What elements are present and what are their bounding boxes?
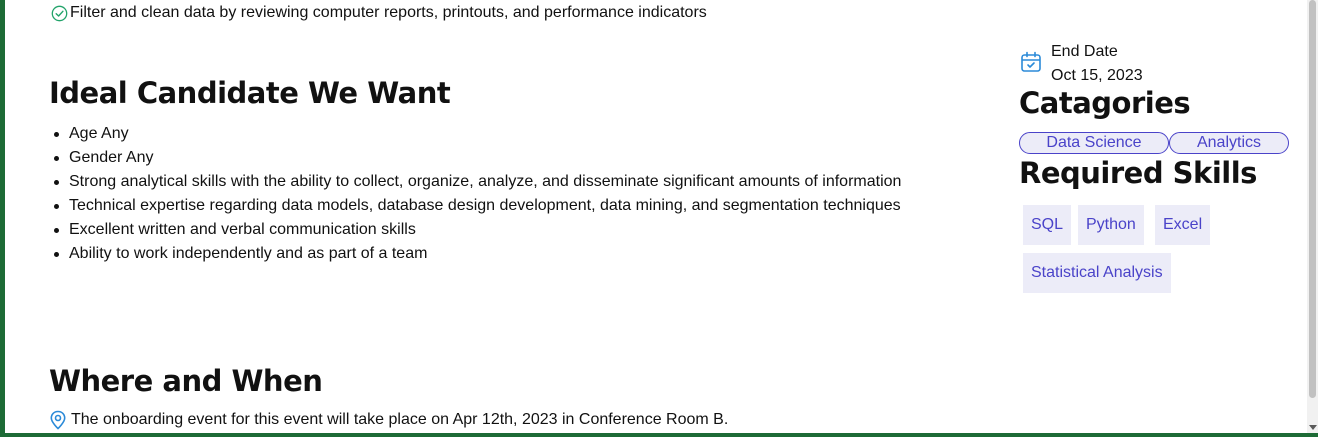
skill-chip[interactable]: Excel bbox=[1155, 205, 1211, 245]
end-date-label: End Date bbox=[1051, 43, 1118, 60]
end-date-text: End Date Oct 15, 2023 bbox=[1051, 40, 1143, 88]
list-item: Strong analytical skills with the abilit… bbox=[54, 170, 909, 194]
scrollbar-thumb[interactable] bbox=[1309, 0, 1316, 398]
map-pin-icon bbox=[49, 410, 67, 430]
scroll-down-arrow-icon[interactable] bbox=[1309, 425, 1317, 430]
skill-chip[interactable]: SQL bbox=[1023, 205, 1072, 245]
list-item: Ability to work independently and as par… bbox=[54, 242, 909, 266]
list-item: Gender Any bbox=[54, 146, 909, 170]
end-date-value: Oct 15, 2023 bbox=[1051, 67, 1143, 84]
skill-chip[interactable]: Python bbox=[1078, 205, 1144, 245]
categories-heading: Catagories bbox=[1019, 86, 1191, 120]
categories-list: Data Science Analytics bbox=[1019, 132, 1289, 154]
responsibility-item: Filter and clean data by reviewing compu… bbox=[51, 4, 707, 22]
list-item: Excellent written and verbal communicati… bbox=[54, 218, 909, 242]
ideal-candidate-heading: Ideal Candidate We Want bbox=[49, 76, 451, 110]
responsibility-text: Filter and clean data by reviewing compu… bbox=[70, 4, 707, 21]
location-text: The onboarding event for this event will… bbox=[71, 411, 729, 428]
category-pill[interactable]: Data Science bbox=[1019, 132, 1169, 154]
cut-off-text: ·· · · bbox=[1019, 0, 1049, 6]
location-line: The onboarding event for this event will… bbox=[49, 410, 728, 430]
vertical-scrollbar[interactable] bbox=[1307, 0, 1318, 433]
list-item: Age Any bbox=[54, 122, 909, 146]
where-when-heading: Where and When bbox=[49, 364, 323, 398]
ideal-candidate-list: Age Any Gender Any Strong analytical ski… bbox=[54, 122, 909, 266]
check-circle-icon bbox=[51, 5, 68, 22]
required-skills-heading: Required Skills bbox=[1019, 156, 1257, 190]
job-detail-page: Filter and clean data by reviewing compu… bbox=[0, 0, 1318, 437]
list-item: Technical expertise regarding data model… bbox=[54, 194, 909, 218]
skill-chip[interactable]: Statistical Analysis bbox=[1023, 253, 1171, 293]
category-pill[interactable]: Analytics bbox=[1169, 132, 1289, 154]
calendar-check-icon bbox=[1019, 50, 1043, 74]
end-date-block: End Date Oct 15, 2023 bbox=[1019, 40, 1143, 88]
